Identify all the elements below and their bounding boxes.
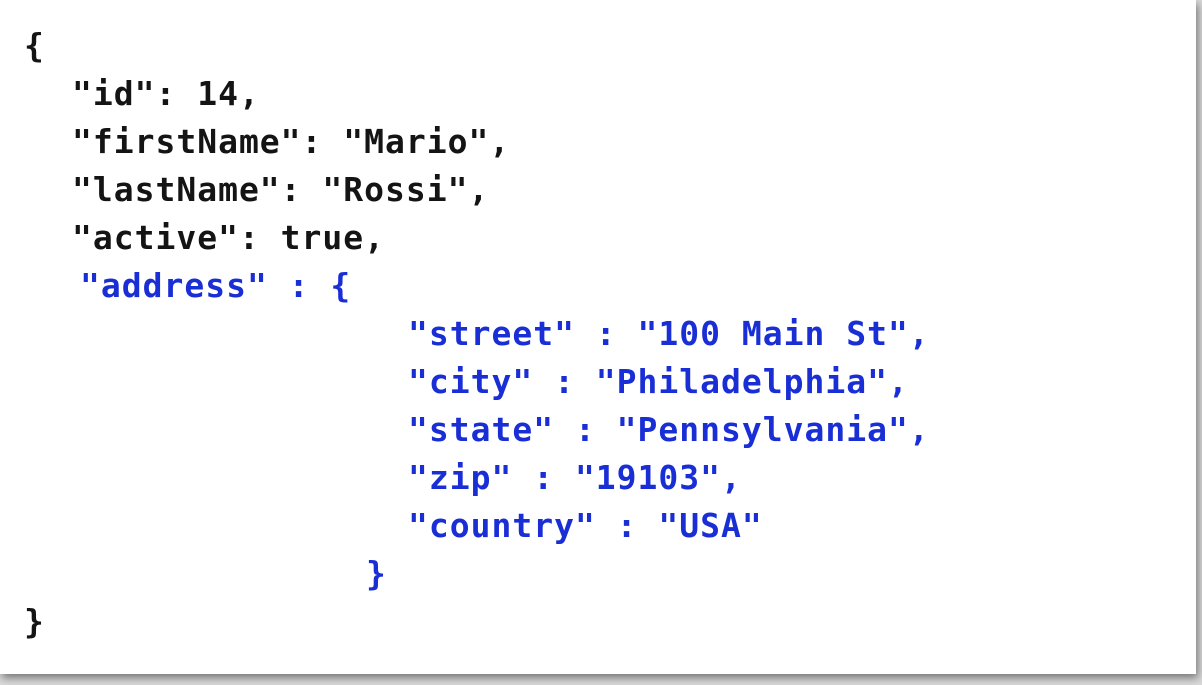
json-line-zip: "zip" : "19103", [408, 458, 742, 497]
json-open-brace: { [24, 26, 45, 65]
json-line-active: "active": true, [72, 218, 386, 257]
json-close-brace: } [24, 602, 45, 641]
json-code-block: { "id": 14, "firstName": "Mario", "lastN… [0, 0, 1196, 674]
json-line-firstname: "firstName": "Mario", [72, 122, 511, 161]
json-line-city: "city" : "Philadelphia", [408, 362, 909, 401]
json-line-state: "state" : "Pennsylvania", [408, 410, 930, 449]
json-line-street: "street" : "100 Main St", [408, 314, 930, 353]
json-line-lastname: "lastName": "Rossi", [72, 170, 490, 209]
json-line-country: "country" : "USA" [408, 506, 763, 545]
json-line-id: "id": 14, [72, 74, 260, 113]
json-line-address: "address" : { [80, 266, 352, 305]
json-address-close-brace: } [366, 554, 387, 593]
json-card: { "id": 14, "firstName": "Mario", "lastN… [0, 0, 1196, 674]
